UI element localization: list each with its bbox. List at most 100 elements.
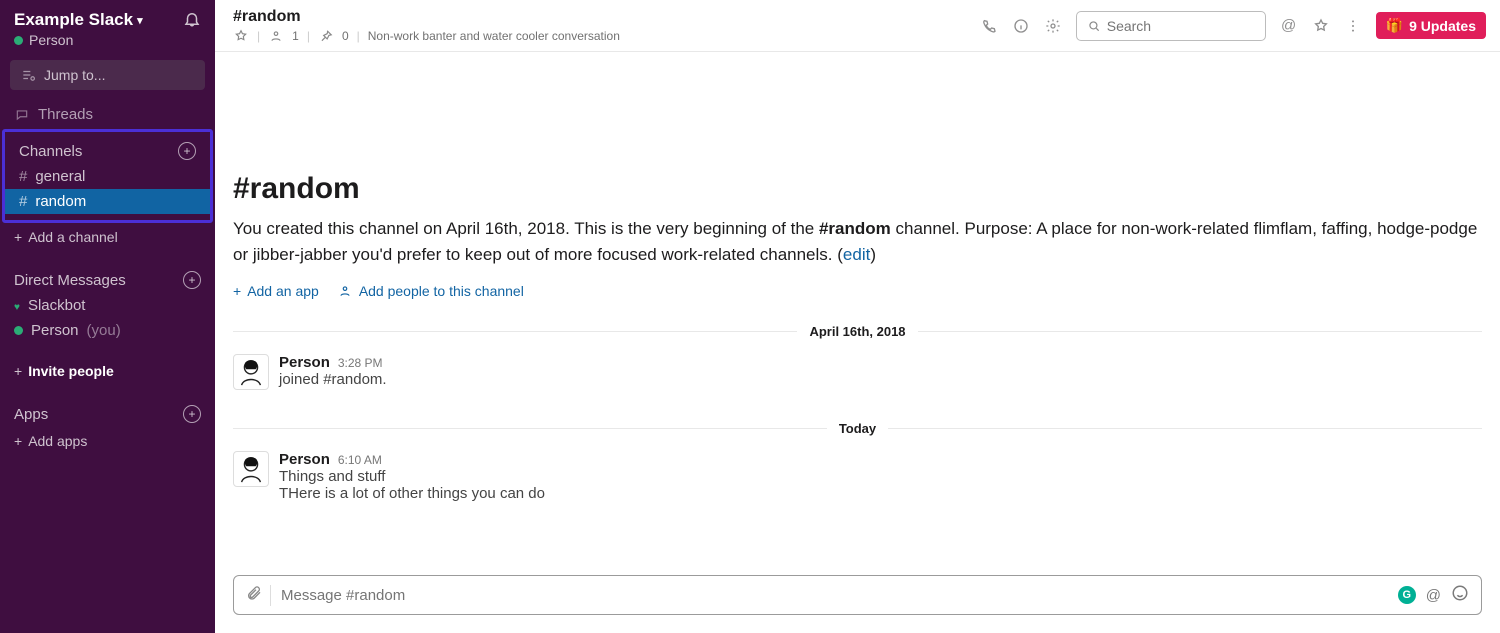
- channel-intro: #random You created this channel on Apri…: [233, 172, 1482, 299]
- person-icon: [268, 28, 284, 44]
- person-icon: [337, 283, 353, 299]
- message-time: 3:28 PM: [338, 356, 383, 370]
- dm-name: Slackbot: [28, 297, 86, 314]
- channel-item-general[interactable]: # general: [5, 164, 210, 189]
- search-box[interactable]: [1076, 11, 1266, 41]
- jump-icon: [20, 67, 36, 83]
- plus-icon: +: [233, 283, 241, 299]
- jump-to-label: Jump to...: [44, 67, 105, 83]
- message-text: joined #random.: [279, 371, 1482, 388]
- member-count[interactable]: 1: [292, 29, 299, 43]
- add-channel-label: Add a channel: [28, 229, 118, 245]
- emoji-icon[interactable]: [1451, 584, 1469, 606]
- invite-people-link[interactable]: Invite people: [0, 357, 215, 385]
- add-channel-icon[interactable]: +: [178, 142, 196, 160]
- workspace-name: Example Slack: [14, 10, 133, 30]
- add-people-link[interactable]: Add people to this channel: [337, 283, 524, 299]
- main: #random | 1 | 0 | Non-work banter and wa…: [215, 0, 1500, 633]
- add-app-icon[interactable]: +: [183, 405, 201, 423]
- dm-suffix: (you): [87, 322, 121, 339]
- channel-header: #random | 1 | 0 | Non-work banter and wa…: [215, 0, 1500, 52]
- workspace-header: Example Slack ▾ Person: [0, 0, 215, 56]
- channel-title[interactable]: #random: [233, 8, 620, 26]
- add-apps-label: Add apps: [28, 433, 87, 449]
- channels-header[interactable]: Channels +: [5, 132, 210, 164]
- threads-link[interactable]: Threads: [0, 100, 215, 129]
- add-app-link[interactable]: + Add an app: [233, 283, 319, 299]
- dm-header-label: Direct Messages: [14, 272, 126, 289]
- presence-dot-icon: [14, 36, 23, 45]
- pin-icon: [318, 28, 334, 44]
- invite-people-label: Invite people: [28, 363, 114, 379]
- updates-label: 9 Updates: [1409, 18, 1476, 34]
- gear-icon[interactable]: [1044, 17, 1062, 35]
- threads-icon: [14, 107, 30, 123]
- channels-header-label: Channels: [19, 143, 82, 160]
- edit-purpose-link[interactable]: edit: [843, 245, 870, 264]
- channel-name: random: [35, 193, 86, 210]
- message-text: Things and stuff: [279, 468, 1482, 485]
- add-channel-link[interactable]: Add a channel: [0, 223, 215, 251]
- sidebar: Example Slack ▾ Person Jump to... Thread…: [0, 0, 215, 633]
- date-divider-label: Today: [827, 421, 888, 436]
- pin-count[interactable]: 0: [342, 29, 349, 43]
- date-divider: Today: [233, 420, 1482, 437]
- bell-icon[interactable]: [183, 10, 201, 33]
- new-dm-icon[interactable]: +: [183, 271, 201, 289]
- mention-icon[interactable]: @: [1280, 17, 1298, 35]
- more-icon[interactable]: [1344, 17, 1362, 35]
- hash-icon: #: [19, 193, 27, 210]
- plus-icon: [14, 433, 22, 449]
- channels-section-highlight: Channels + # general # random: [2, 129, 213, 223]
- composer[interactable]: G @: [233, 575, 1482, 615]
- channel-topic[interactable]: Non-work banter and water cooler convers…: [368, 29, 620, 43]
- message-item[interactable]: Person 6:10 AM Things and stuff THere is…: [233, 445, 1482, 508]
- message-text: THere is a lot of other things you can d…: [279, 485, 1482, 502]
- updates-button[interactable]: 9 Updates: [1376, 12, 1486, 39]
- search-input[interactable]: [1107, 18, 1255, 34]
- add-apps-link[interactable]: Add apps: [0, 427, 215, 455]
- avatar[interactable]: [233, 354, 269, 390]
- threads-label: Threads: [38, 106, 93, 123]
- hash-icon: #: [19, 168, 27, 185]
- channel-item-random[interactable]: # random: [5, 189, 210, 214]
- message-item[interactable]: Person 3:28 PM joined #random.: [233, 348, 1482, 396]
- search-icon: [1087, 18, 1101, 34]
- message-author[interactable]: Person: [279, 451, 330, 468]
- date-divider: April 16th, 2018: [233, 323, 1482, 340]
- message-pane[interactable]: #random You created this channel on Apri…: [215, 52, 1500, 565]
- current-user-name: Person: [29, 32, 73, 48]
- grammarly-icon[interactable]: G: [1398, 586, 1416, 604]
- mention-icon[interactable]: @: [1426, 587, 1441, 604]
- message-time: 6:10 AM: [338, 453, 382, 467]
- current-user[interactable]: Person: [14, 32, 143, 48]
- phone-icon[interactable]: [980, 17, 998, 35]
- intro-title: #random: [233, 172, 1482, 206]
- paperclip-icon[interactable]: [246, 585, 271, 606]
- message-author[interactable]: Person: [279, 354, 330, 371]
- dm-header[interactable]: Direct Messages +: [0, 261, 215, 293]
- channel-meta: | 1 | 0 | Non-work banter and water cool…: [233, 28, 620, 44]
- star-outline-icon[interactable]: [1312, 17, 1330, 35]
- info-icon[interactable]: [1012, 17, 1030, 35]
- heart-presence-icon: [14, 297, 20, 314]
- plus-icon: [14, 363, 22, 379]
- apps-header[interactable]: Apps +: [0, 395, 215, 427]
- message-input[interactable]: [281, 587, 1388, 604]
- star-icon[interactable]: [233, 28, 249, 44]
- avatar[interactable]: [233, 451, 269, 487]
- plus-icon: [14, 229, 22, 245]
- composer-area: G @: [215, 565, 1500, 633]
- chevron-down-icon: ▾: [137, 14, 143, 27]
- dm-name: Person: [31, 322, 79, 339]
- jump-to[interactable]: Jump to...: [10, 60, 205, 90]
- workspace-switcher[interactable]: Example Slack ▾: [14, 10, 143, 30]
- presence-dot-icon: [14, 326, 23, 335]
- dm-item-self[interactable]: Person (you): [0, 318, 215, 343]
- channel-name: general: [35, 168, 85, 185]
- dm-item-slackbot[interactable]: Slackbot: [0, 293, 215, 318]
- apps-header-label: Apps: [14, 406, 48, 423]
- intro-text: You created this channel on April 16th, …: [233, 216, 1482, 269]
- date-divider-label: April 16th, 2018: [797, 324, 917, 339]
- gift-icon: [1386, 17, 1403, 34]
